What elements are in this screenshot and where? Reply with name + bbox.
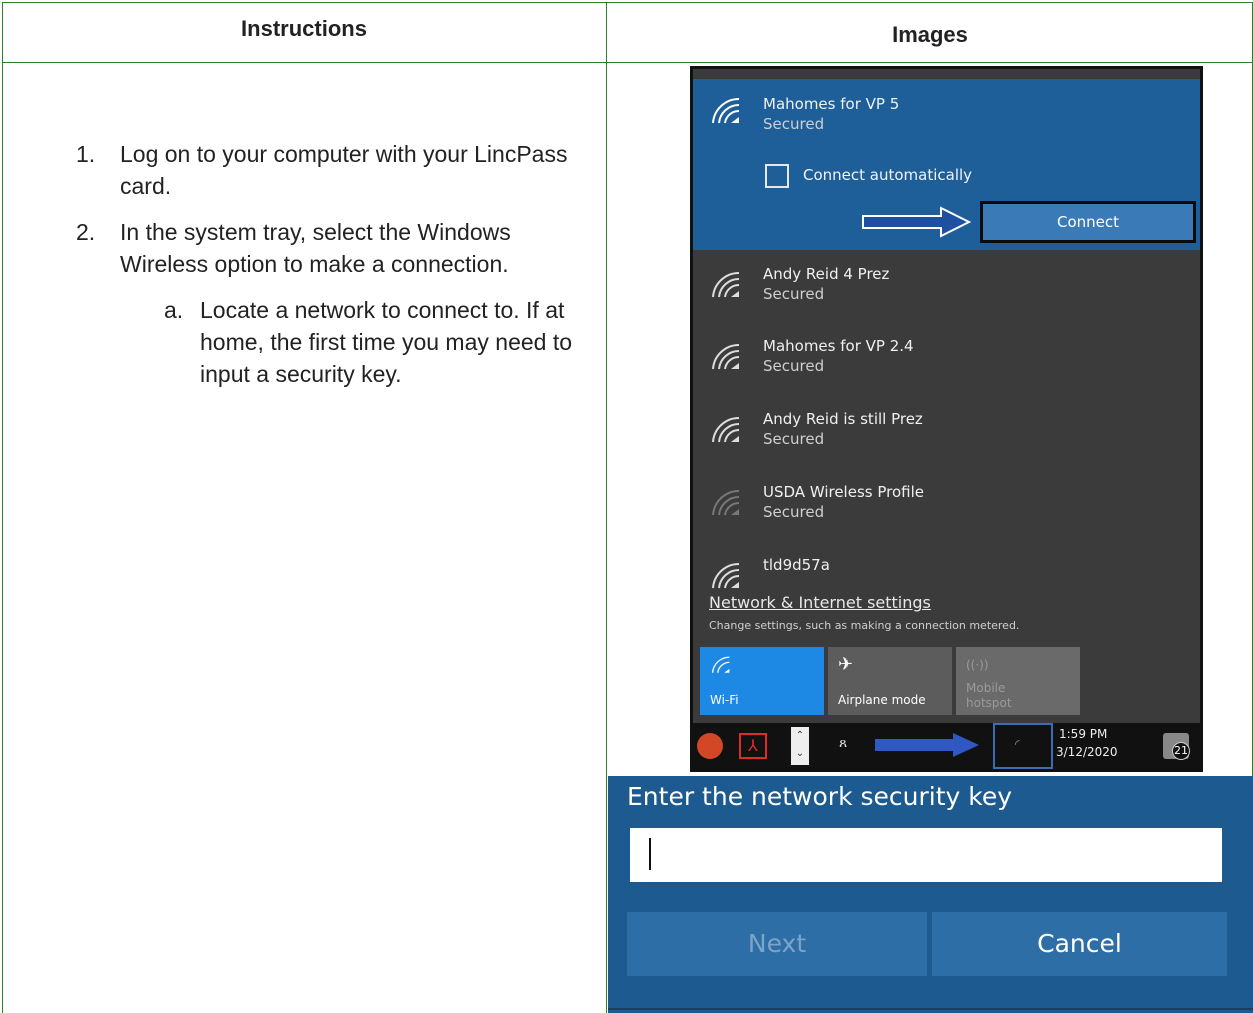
table-column-divider — [606, 2, 607, 1013]
table-header-divider — [2, 62, 1253, 63]
hotspot-tile-label: Mobile hotspot — [966, 681, 1012, 710]
wifi-icon — [712, 343, 740, 370]
substep-item: a. Locate a network to connect to. If at… — [164, 294, 576, 390]
network-name: Andy Reid 4 Prez — [763, 265, 890, 283]
network-settings-description: Change settings, such as making a connec… — [709, 619, 1020, 632]
powerpoint-icon[interactable] — [697, 733, 723, 759]
taskbar: ⅄ ⌃ ⌄ ጸ ◜ 1:59 PM 3/12/2020 21 — [693, 723, 1200, 769]
network-name: Andy Reid is still Prez — [763, 410, 923, 428]
network-item[interactable]: tld9d57a — [693, 556, 1200, 589]
step-text: In the system tray, select the Windows W… — [120, 219, 511, 277]
network-settings-link[interactable]: Network & Internet settings — [709, 593, 931, 612]
substep-text: Locate a network to connect to. If at ho… — [200, 297, 573, 387]
network-flyout: Mahomes for VP 5 Secured Connect automat… — [690, 66, 1203, 772]
dialog-bottom-border — [608, 1008, 1253, 1010]
arrow-right-icon — [875, 733, 979, 757]
wifi-toggle-tile[interactable]: Wi-Fi — [700, 647, 824, 715]
network-name: tld9d57a — [763, 556, 830, 574]
step-number: 1. — [76, 141, 96, 167]
text-caret — [649, 838, 651, 870]
instructions-header: Instructions — [241, 16, 367, 41]
sub-steps: a. Locate a network to connect to. If at… — [120, 294, 576, 390]
airplane-mode-tile[interactable]: ✈ Airplane mode — [828, 647, 952, 715]
wifi-weak-icon — [712, 489, 740, 516]
people-icon[interactable]: ጸ — [839, 735, 847, 751]
step-number: 2. — [76, 219, 96, 245]
network-tray-icon[interactable]: ◜ — [993, 723, 1053, 769]
substep-letter: a. — [164, 297, 184, 323]
network-name: Mahomes for VP 5 — [763, 95, 900, 113]
network-name: USDA Wireless Profile — [763, 483, 924, 501]
acrobat-icon[interactable]: ⅄ — [739, 733, 767, 759]
step-item: 1. Log on to your computer with your Lin… — [76, 138, 576, 202]
network-item[interactable]: Andy Reid 4 Prez Secured — [693, 265, 1200, 335]
show-hidden-icons-icon[interactable]: ⌃ ⌄ — [791, 727, 809, 765]
wifi-tile-label: Wi-Fi — [710, 693, 739, 707]
notification-count-badge: 21 — [1172, 742, 1190, 760]
connect-automatically-checkbox[interactable] — [765, 164, 789, 188]
wifi-icon — [712, 271, 740, 298]
network-status: Secured — [763, 115, 825, 133]
clock-date[interactable]: 3/12/2020 — [1056, 745, 1118, 759]
security-key-input[interactable] — [628, 826, 1224, 884]
connect-automatically-label: Connect automatically — [803, 166, 973, 184]
wifi-icon — [711, 656, 730, 673]
network-item[interactable]: USDA Wireless Profile Secured — [693, 483, 1200, 553]
network-status: Secured — [763, 285, 825, 303]
instruction-steps: 1. Log on to your computer with your Lin… — [76, 138, 576, 404]
network-status: Secured — [763, 357, 825, 375]
network-name: Mahomes for VP 2.4 — [763, 337, 914, 355]
mobile-hotspot-tile[interactable]: ((·)) Mobile hotspot — [956, 647, 1080, 715]
security-key-title: Enter the network security key — [627, 782, 1013, 811]
network-status: Secured — [763, 503, 825, 521]
airplane-icon: ✈ — [838, 654, 854, 675]
connect-button[interactable]: Connect — [980, 201, 1196, 243]
cancel-button[interactable]: Cancel — [932, 912, 1227, 976]
arrow-right-icon — [862, 206, 972, 238]
images-header: Images — [892, 22, 968, 47]
clock-time[interactable]: 1:59 PM — [1059, 727, 1107, 741]
security-key-dialog: Enter the network security key Next Canc… — [608, 776, 1253, 1013]
network-item[interactable]: Mahomes for VP 2.4 Secured — [693, 337, 1200, 407]
table-border-left — [2, 2, 3, 1013]
wifi-icon — [712, 562, 740, 589]
network-item: Mahomes for VP 5 Secured — [693, 95, 1200, 165]
airplane-tile-label: Airplane mode — [838, 693, 926, 707]
notification-center-icon[interactable]: 21 — [1163, 733, 1190, 760]
network-status: Secured — [763, 430, 825, 448]
network-item[interactable]: Andy Reid is still Prez Secured — [693, 410, 1200, 480]
selected-network-panel[interactable]: Mahomes for VP 5 Secured Connect automat… — [693, 79, 1200, 250]
wifi-icon — [712, 416, 740, 443]
step-text: Log on to your computer with your LincPa… — [120, 141, 568, 199]
table-border-top — [2, 2, 1253, 3]
next-button[interactable]: Next — [627, 912, 927, 976]
wifi-tray-icon: ◜ — [1015, 737, 1020, 751]
hotspot-icon: ((·)) — [966, 658, 989, 672]
step-item: 2. In the system tray, select the Window… — [76, 216, 576, 390]
